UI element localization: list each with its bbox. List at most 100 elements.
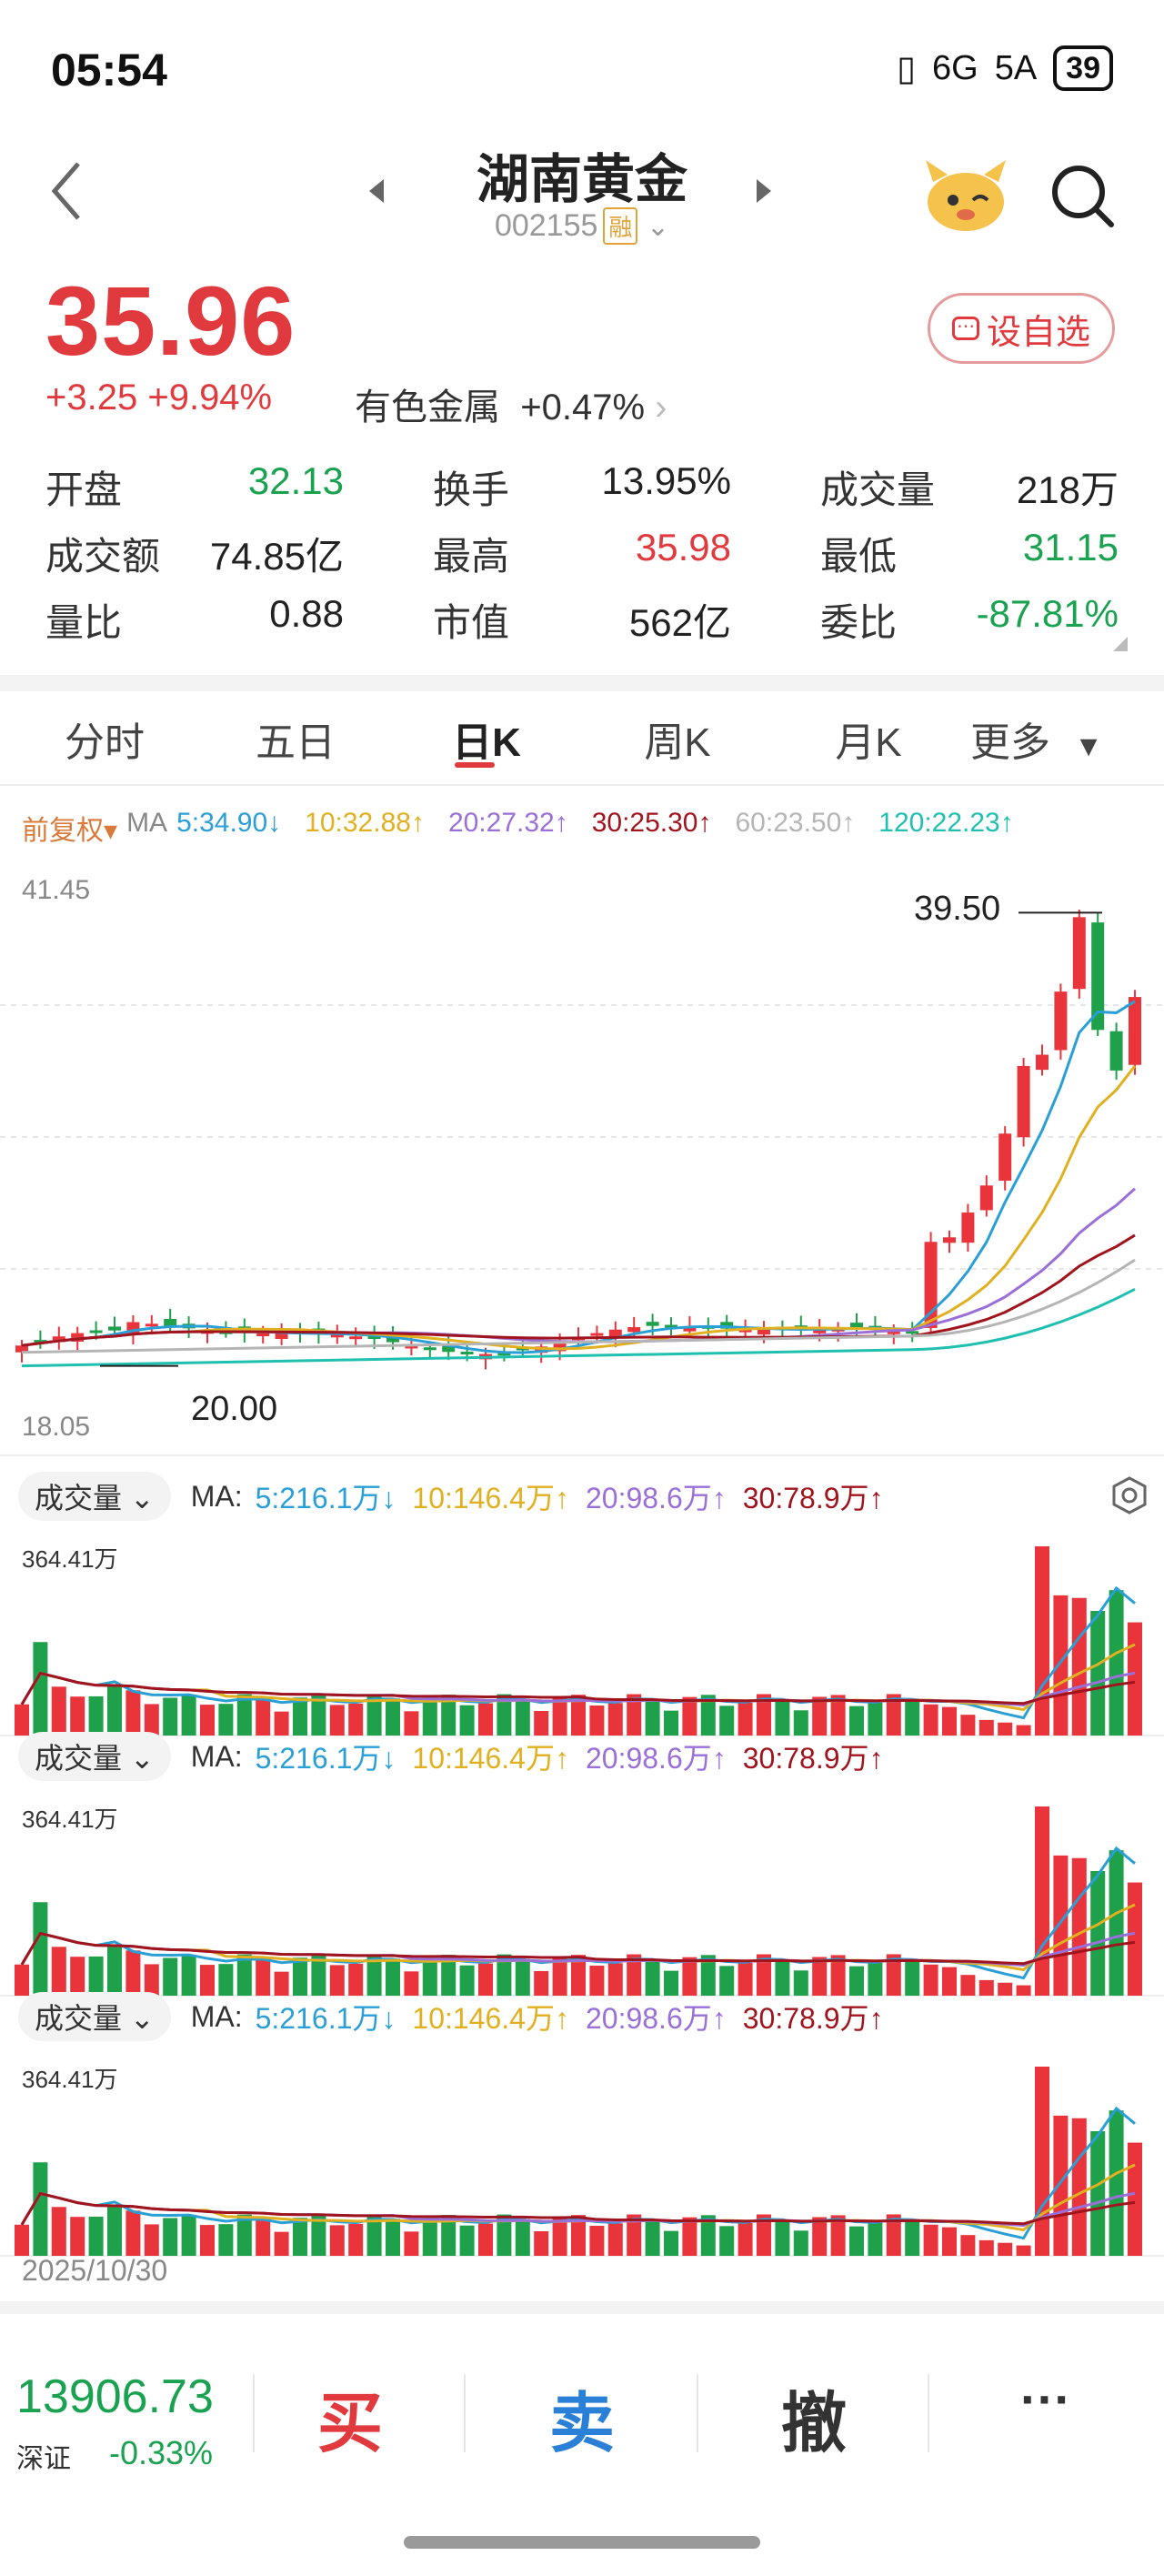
ma-items: 5:34.90↓ 10:32.88↑ 20:27.32↑ 30:25.30↑ 60:23… xyxy=(176,808,1021,848)
expand-corner-icon[interactable] xyxy=(1113,637,1128,651)
candle-body xyxy=(943,1237,956,1243)
volume-bar xyxy=(329,1965,345,1996)
volume-bar xyxy=(923,1964,938,1996)
volume-bar xyxy=(15,2224,29,2256)
volume-bar xyxy=(293,1697,307,1736)
chevron-down-icon: ⌄ xyxy=(646,212,670,242)
tab-monthly-k[interactable]: 月K xyxy=(800,709,937,768)
volume-bar xyxy=(163,1957,178,1996)
volume-bar xyxy=(459,1705,475,1736)
candle-body xyxy=(1072,917,1086,990)
settings-hexagon-icon[interactable] xyxy=(1109,1475,1149,1515)
volume-bar xyxy=(1053,1595,1069,1736)
volume-bar xyxy=(1016,1985,1031,1996)
sell-button[interactable]: 卖 xyxy=(509,2370,655,2465)
stock-code: 002155 xyxy=(494,208,598,243)
kline-chart[interactable] xyxy=(0,855,1164,2274)
volume-bar xyxy=(125,1950,141,1996)
volume-selector-2[interactable]: 成交量 ⌄ xyxy=(18,1732,171,1781)
volume-bar xyxy=(793,2230,808,2256)
arrow-down-icon: ↓ xyxy=(381,1482,396,1514)
tab-intraday[interactable]: 分时 xyxy=(36,709,173,768)
volume-bar xyxy=(1109,1850,1124,1996)
volume-bar xyxy=(144,1964,159,1996)
volume-ma-item: 20:98.6万↑ xyxy=(586,1996,727,2038)
volume-ma-item: 30:78.9万↑ xyxy=(743,1475,884,1517)
price-change-pct: +9.94% xyxy=(147,377,273,418)
ma-row: 前复权▾ MA 5:34.90↓ 10:32.88↑ 20:27.32↑ 30:25.… xyxy=(22,808,1021,848)
volume-bar xyxy=(1128,2142,1142,2256)
volume-bar xyxy=(200,1965,215,1996)
triangle-down-icon: ▼ xyxy=(1074,730,1103,762)
arrow-up-icon: ↑ xyxy=(841,808,856,838)
volume-ma-label-3: MA: xyxy=(190,1999,243,2033)
volume-bar xyxy=(15,1964,29,1996)
volume-ma-item: 5:216.1万↓ xyxy=(256,1475,396,1517)
ma-value: 30:25.30 xyxy=(591,808,698,838)
cancel-order-button[interactable]: 撤 xyxy=(741,2370,887,2465)
candle-body xyxy=(906,1331,919,1334)
volume-bar xyxy=(515,2219,530,2256)
volume-bar xyxy=(1090,1611,1106,1736)
volume-bar xyxy=(293,2218,307,2256)
add-watchlist-button[interactable]: ⋯ 设自选 xyxy=(928,293,1115,364)
stat-label: 最高 xyxy=(433,535,510,578)
volume-bar xyxy=(144,2224,159,2256)
arrow-up-icon: ↑ xyxy=(697,808,712,838)
candle-body xyxy=(646,1322,659,1326)
volume-bar xyxy=(144,1704,159,1736)
candle-body xyxy=(256,1333,270,1336)
tab-more[interactable]: 更多 ▼ xyxy=(946,709,1128,768)
sector-link[interactable]: 有色金属 +0.47% › xyxy=(355,377,667,430)
tab-five-day[interactable]: 五日 xyxy=(227,709,364,768)
volume-bar xyxy=(329,1705,345,1736)
high-price-marker: 39.50 xyxy=(914,890,1001,928)
volume-bar xyxy=(51,1947,66,1996)
stat-label: 最低 xyxy=(820,535,898,578)
tab-weekly-k[interactable]: 周K xyxy=(609,709,746,768)
index-value[interactable]: 13906.73 xyxy=(16,2370,214,2424)
candle-body xyxy=(998,1133,1012,1182)
arrow-up-icon: ↑ xyxy=(868,2002,884,2035)
candle-body xyxy=(758,1330,770,1335)
ma-value-item: 20:27.32↑ xyxy=(448,808,568,848)
volume-bar xyxy=(1109,1590,1124,1736)
volume-bar xyxy=(998,1722,1013,1736)
volume-ma-value: 30:78.9万 xyxy=(742,1742,869,1775)
volume-selector-3[interactable]: 成交量 ⌄ xyxy=(18,1992,171,2041)
bottom-divider xyxy=(0,2301,1164,2314)
volume-bar xyxy=(1071,1597,1087,1736)
volume-ma-label-2: MA: xyxy=(190,1739,243,1773)
volume-bar xyxy=(256,1698,271,1736)
mascot-icon[interactable] xyxy=(920,155,1011,236)
adjust-selector[interactable]: 前复权▾ xyxy=(22,808,117,848)
volume-ma-value: 5:216.1万 xyxy=(255,1742,382,1775)
ma-value-item: 120:22.23↑ xyxy=(878,808,1013,848)
volume-bar xyxy=(998,1982,1013,1996)
arrow-up-icon: ↑ xyxy=(999,808,1014,838)
home-indicator[interactable] xyxy=(404,2536,760,2549)
volume-bar xyxy=(552,1696,567,1736)
volume-ma-item: 10:146.4万↑ xyxy=(412,1996,569,2038)
more-button[interactable]: ··· xyxy=(973,2370,1119,2429)
search-icon[interactable] xyxy=(1046,159,1119,232)
volume-bar xyxy=(422,1697,437,1736)
volume-bar xyxy=(978,1979,994,1996)
volume-ma-item: 30:78.9万↑ xyxy=(743,1996,884,2038)
volume-ma-item: 30:78.9万↑ xyxy=(743,1736,884,1777)
volume-bar xyxy=(1071,1857,1087,1996)
arrow-down-icon: ↓ xyxy=(267,808,282,838)
candle-body xyxy=(164,1318,177,1326)
ma-value: 20:27.32 xyxy=(447,808,555,838)
buy-button[interactable]: 买 xyxy=(277,2370,423,2465)
volume-bar xyxy=(552,1957,567,1996)
tab-daily-k[interactable]: 日K xyxy=(418,709,555,768)
volume-bar xyxy=(607,1703,623,1736)
volume-bar xyxy=(775,2219,790,2256)
status-time: 05:54 xyxy=(51,45,167,96)
candle-body xyxy=(979,1185,993,1211)
volume-selector-1[interactable]: 成交量 ⌄ xyxy=(18,1472,171,1521)
status-icons: ▯ 6G 5A 39 xyxy=(897,45,1113,91)
volume-bar xyxy=(386,2219,400,2256)
volume-bar xyxy=(998,2242,1013,2256)
